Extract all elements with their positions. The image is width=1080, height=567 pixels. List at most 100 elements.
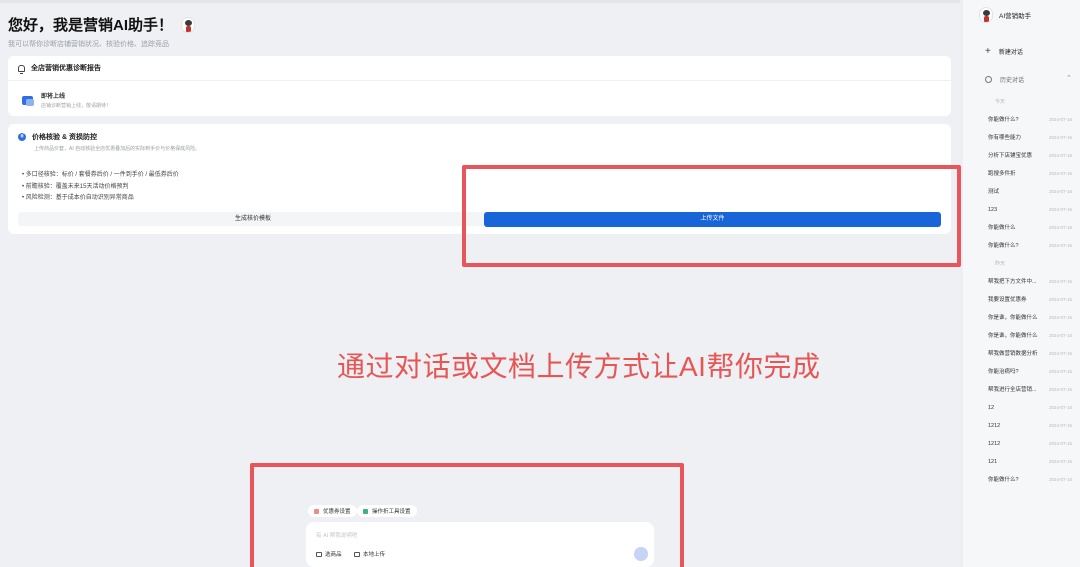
history-item-date: 2024-07-16 [1048, 207, 1072, 212]
history-item-date: 2024-07-16 [1048, 153, 1072, 158]
top-strip [0, 0, 960, 3]
history-item-date: 2024-07-15 [1048, 315, 1072, 320]
greeting: 您好，我是营销AI助手！ [8, 14, 196, 35]
history-item[interactable]: 1212 2024-07-15 [963, 418, 1080, 436]
history-item-title: 121 [988, 459, 998, 465]
history-item[interactable]: 你有哪些能力 2024-07-16 [963, 130, 1080, 148]
history-item-title: 123 [988, 207, 998, 213]
history-item-date: 2024-07-16 [1048, 243, 1072, 248]
clock-icon [985, 76, 992, 83]
history-item[interactable]: 我要设置优惠券 2024-07-15 [963, 292, 1080, 310]
history-item-title: 你是谁，你能做什么 [988, 315, 1038, 321]
history-item-date: 2024-07-15 [1048, 441, 1072, 446]
sidebar-title: AI营销助手 [999, 13, 1032, 20]
history-label: 历史对话 [1000, 78, 1025, 84]
history-item-date: 2024-07-15 [1048, 477, 1072, 482]
price-card-description: 上传商品价套，AI 自动核验全店优惠叠加后的实际到手价与价格保底风险。 [34, 146, 201, 152]
history-item-date: 2024-07-16 [1048, 117, 1072, 122]
history-item[interactable]: 帮我做营销数据分析 2024-07-15 [963, 346, 1080, 364]
price-check-icon: ¥ [18, 133, 26, 141]
greeting-subtitle: 我可以帮你诊断店铺营销状况、核验价格、追踪竞品 [8, 41, 169, 48]
new-chat-label: 新建对话 [998, 50, 1023, 56]
diagnosis-item[interactable]: 即将上线 店铺诊断营销上线，敬请期待！ [8, 81, 951, 119]
greeting-title: 您好，我是营销AI助手！ [8, 17, 174, 34]
diagnosis-card-title: 全店营销优惠诊断报告 [31, 65, 101, 72]
price-card-header: ¥ 价格核验 & 资损防控 [8, 124, 951, 142]
new-chat-button[interactable]: + 新建对话 [985, 45, 1023, 57]
history-item-date: 2024-07-15 [1048, 279, 1072, 284]
history-item-title: 跑搜多件折 [988, 171, 1016, 177]
history-item-title: 你能做什么? [988, 243, 1019, 249]
feature-bullet: • 风险检测：基于成本价自动识别异常商品 [22, 195, 134, 201]
assistant-avatar-icon [181, 16, 196, 33]
price-card-title: 价格核验 & 资损防控 [32, 134, 97, 141]
annotation-box-upload [462, 165, 961, 267]
history-item[interactable]: 你能做什么 2024-07-16 [963, 220, 1080, 238]
history-item[interactable]: 帮我把下方文件中... 2024-07-15 [963, 274, 1080, 292]
history-item[interactable]: 测试 2024-07-16 [963, 184, 1080, 202]
history-item[interactable]: 帮我进行全店营销... 2024-07-15 [963, 382, 1080, 400]
history-item-title: 我要设置优惠券 [988, 297, 1027, 303]
annotation-caption: 通过对话或文档上传方式让AI帮你完成 [337, 351, 821, 382]
generate-template-button[interactable]: 生成核价模板 [18, 212, 488, 226]
history-item-title: 分析下店铺宝优惠 [988, 153, 1033, 159]
history-item-title: 帮我把下方文件中... [988, 279, 1037, 285]
history-item-date: 2024-07-15 [1048, 351, 1072, 356]
history-toggle[interactable]: 历史对话 [985, 75, 1024, 84]
history-item-date: 2024-07-16 [1048, 135, 1072, 140]
history-item-title: 12 [988, 405, 995, 411]
diagnosis-card-header: 全店营销优惠诊断报告 [8, 56, 951, 81]
history-item-date: 2024-07-15 [1048, 405, 1072, 410]
history-item[interactable]: 你能做什么? 2024-07-16 [963, 112, 1080, 130]
history-item[interactable]: 121 2024-07-15 [963, 454, 1080, 472]
sidebar-header: AI营销助手 [979, 7, 1031, 23]
history-item-title: 测试 [988, 189, 1000, 195]
diagnosis-card: 全店营销优惠诊断报告 即将上线 店铺诊断营销上线，敬请期待！ [8, 56, 951, 116]
chat-icon [22, 95, 34, 106]
history-item-title: 帮我进行全店营销... [988, 387, 1037, 393]
history-item-date: 2024-07-15 [1048, 333, 1072, 338]
history-item-title: 你能治病吗? [988, 369, 1019, 375]
history-item-date: 2024-07-15 [1048, 297, 1072, 302]
feature-bullets: • 多口径核验：标价 / 套餐券后价 / 一件到手价 / 最低券后价 • 前瞻核… [22, 170, 179, 205]
history-item-date: 2024-07-15 [1048, 369, 1072, 374]
feature-bullet: • 前瞻核验：覆盖未来15天活动价格预判 [22, 183, 129, 190]
chevron-up-icon[interactable]: ⌃ [1066, 74, 1072, 82]
history-item-title: 你有哪些能力 [988, 135, 1022, 141]
history-item-title: 1212 [988, 423, 1001, 429]
history-item-title: 你能做什么? [988, 477, 1019, 483]
history-item[interactable]: 你能做什么? 2024-07-15 [963, 472, 1080, 490]
assistant-avatar-icon [979, 7, 993, 23]
history-item-date: 2024-07-16 [1048, 189, 1072, 194]
history-item-date: 2024-07-16 [1048, 171, 1072, 176]
feature-bullet: • 多口径核验：标价 / 套餐券后价 / 一件到手价 / 最低券后价 [22, 172, 179, 178]
history-item-date: 2024-07-15 [1048, 387, 1072, 392]
history-item-title: 帮我做营销数据分析 [988, 351, 1038, 357]
history-item[interactable]: 1212 2024-07-15 [963, 436, 1080, 454]
history-item-date: 2024-07-16 [1048, 225, 1072, 230]
history-item-title: 1212 [988, 441, 1001, 447]
diagnosis-item-title: 即将上线 [41, 94, 66, 100]
history-item[interactable]: 12 2024-07-15 [963, 400, 1080, 418]
history-item[interactable]: 你是谁，你能做什么 2024-07-15 [963, 328, 1080, 346]
history-item[interactable]: 你是谁，你能做什么 2024-07-15 [963, 310, 1080, 328]
history-group-label: 昨天 [995, 261, 1006, 267]
history-item-title: 你能做什么 [988, 225, 1016, 231]
diagnosis-item-subtitle: 店铺诊断营销上线，敬请期待！ [41, 103, 112, 109]
plus-icon: + [985, 45, 991, 57]
sidebar: AI营销助手 + 新建对话 历史对话 ⌃ 今天 你能做什么? 2024-07-16 你… [963, 0, 1080, 567]
history-item[interactable]: 123 2024-07-16 [963, 202, 1080, 220]
history-item[interactable]: 跑搜多件折 2024-07-16 [963, 166, 1080, 184]
history-group-label: 今天 [995, 99, 1006, 105]
annotation-box-composer [250, 463, 684, 567]
history-item[interactable]: 你能治病吗? 2024-07-15 [963, 364, 1080, 382]
history-item[interactable]: 分析下店铺宝优惠 2024-07-16 [963, 148, 1080, 166]
history-item-title: 你是谁，你能做什么 [988, 333, 1038, 339]
main-panel: 您好，我是营销AI助手！ 我可以帮你诊断店铺营销状况、核验价格、追踪竞品 全店营… [0, 0, 961, 567]
bell-icon [18, 64, 25, 74]
history-list: 今天 你能做什么? 2024-07-16 你有哪些能力 2024-07-16 分析下店铺宝… [963, 94, 1080, 490]
history-item[interactable]: 你能做什么? 2024-07-16 [963, 238, 1080, 256]
history-item-title: 你能做什么? [988, 117, 1019, 123]
history-item-date: 2024-07-15 [1048, 423, 1072, 428]
history-item-date: 2024-07-15 [1048, 459, 1072, 464]
